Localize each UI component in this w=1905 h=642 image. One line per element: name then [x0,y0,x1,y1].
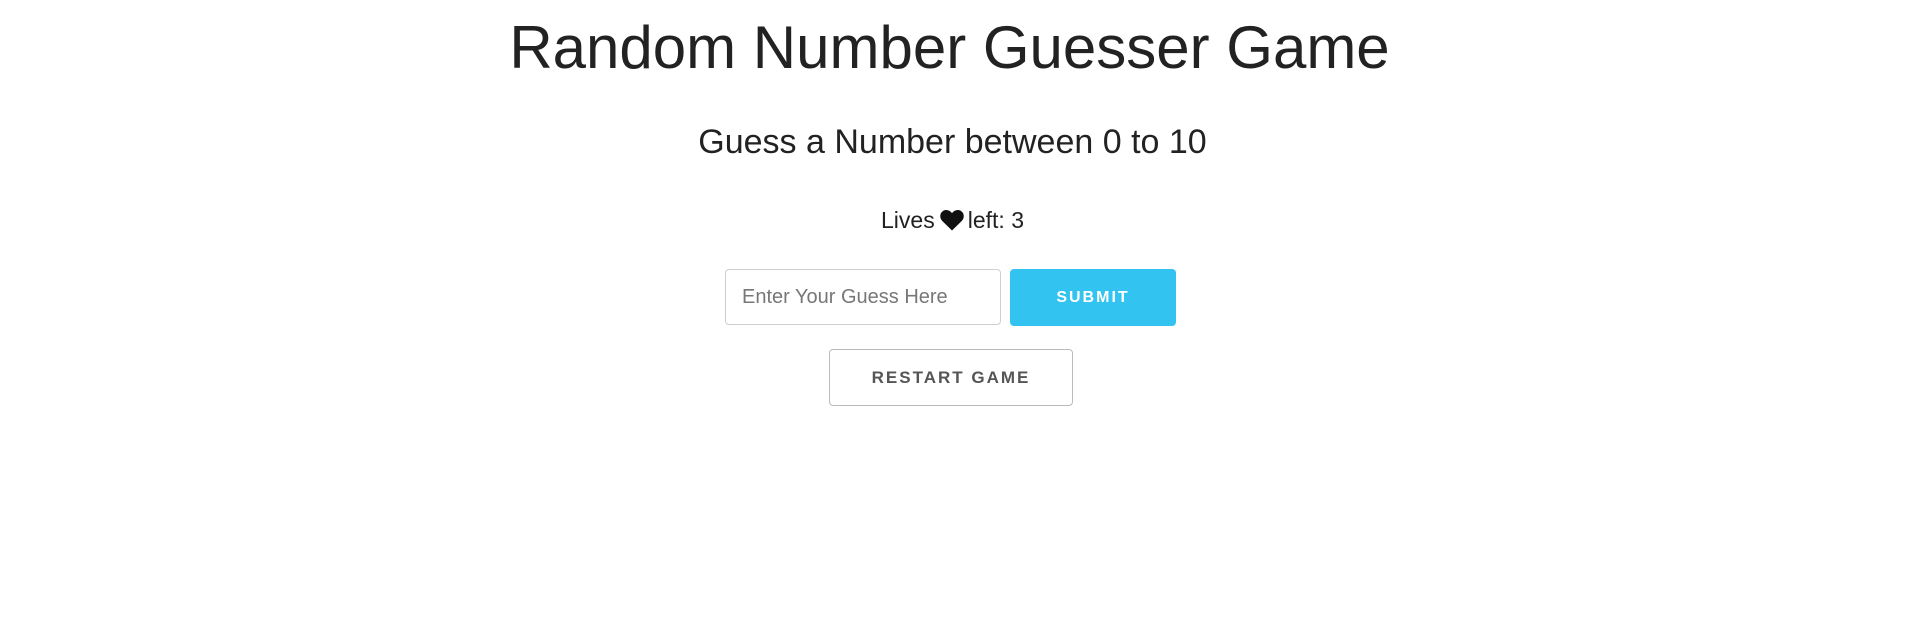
heart-icon [939,209,964,237]
lives-label: Lives [881,207,935,233]
lives-status: Lives left: 3 [0,206,1905,237]
guess-input[interactable] [725,269,1001,325]
lives-left-label: left: [967,207,1005,233]
submit-button[interactable]: SUBMIT [1010,269,1176,326]
game-page: Random Number Guesser Game Guess a Numbe… [0,0,1905,642]
lives-count: 3 [1011,207,1024,233]
page-title: Random Number Guesser Game [509,14,1390,81]
restart-game-button[interactable]: RESTART GAME [829,349,1073,406]
game-instructions: Guess a Number between 0 to 10 [698,123,1207,161]
